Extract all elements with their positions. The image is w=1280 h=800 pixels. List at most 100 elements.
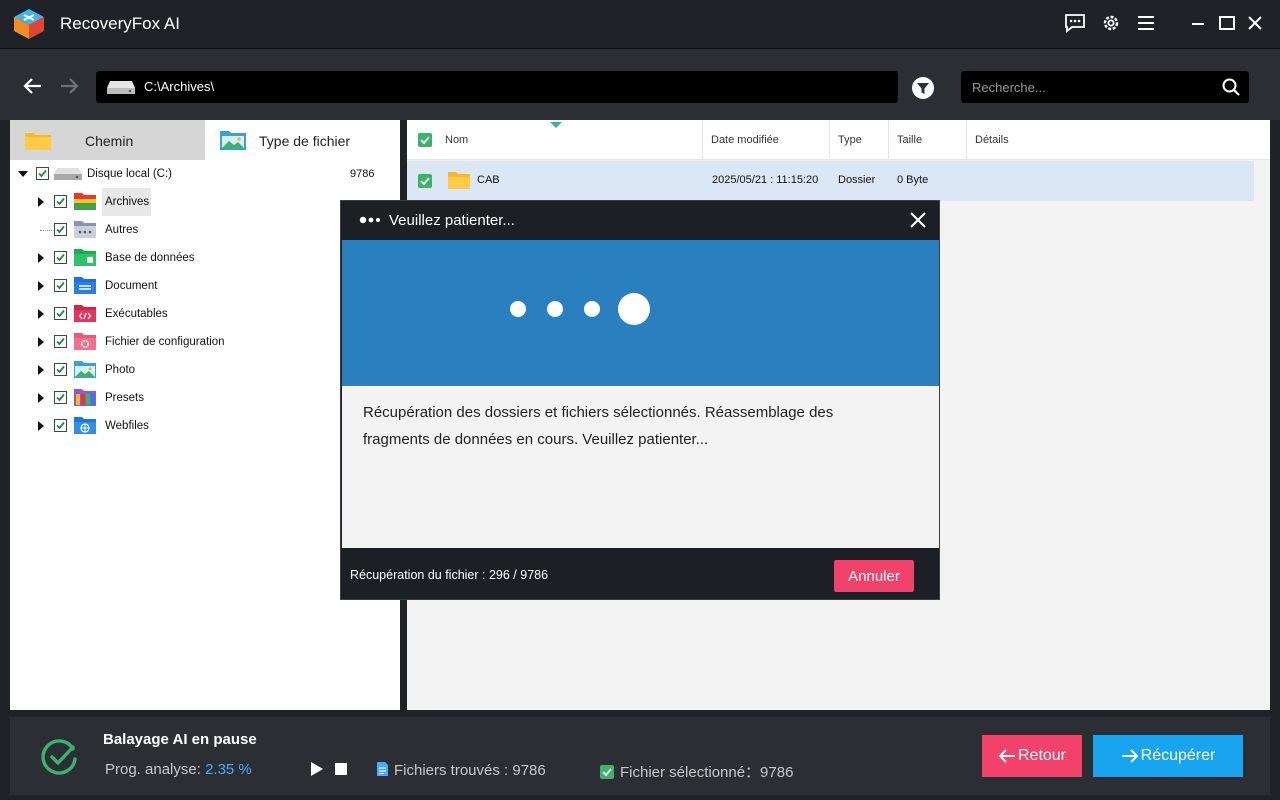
hard-drive-icon bbox=[54, 168, 82, 180]
minimize-icon[interactable] bbox=[1185, 10, 1211, 36]
cell-date: 2025/05/21 : 11:15:20 bbox=[712, 174, 819, 186]
back-button-label: Retour bbox=[1017, 747, 1067, 764]
checkbox[interactable] bbox=[54, 335, 67, 348]
back-arrow-icon[interactable] bbox=[20, 73, 46, 99]
forward-arrow-icon[interactable] bbox=[56, 73, 82, 99]
collapse-arrow-icon[interactable] bbox=[18, 171, 28, 177]
tree-item-label: Presets bbox=[105, 392, 144, 404]
column-separator bbox=[966, 120, 967, 160]
expand-arrow-icon[interactable] bbox=[38, 197, 44, 207]
expand-arrow-icon[interactable] bbox=[38, 393, 44, 403]
loading-banner bbox=[342, 240, 939, 386]
column-size[interactable]: Taille bbox=[897, 134, 922, 146]
cell-type: Dossier bbox=[838, 174, 876, 186]
folder-icon bbox=[25, 133, 51, 150]
row-checkbox[interactable] bbox=[418, 174, 432, 188]
database-folder-icon bbox=[74, 249, 96, 266]
web-folder-icon bbox=[74, 417, 96, 434]
stop-icon[interactable] bbox=[335, 763, 347, 775]
archive-folder-icon bbox=[74, 193, 96, 210]
feedback-icon[interactable] bbox=[1062, 10, 1088, 36]
column-name[interactable]: Nom bbox=[445, 134, 468, 146]
path-field[interactable]: C:\Archives\ bbox=[96, 71, 898, 103]
status-bar: Balayage AI en pause Prog. analyse: 2.35… bbox=[10, 717, 1270, 795]
expand-arrow-icon[interactable] bbox=[38, 421, 44, 431]
expand-arrow-icon[interactable] bbox=[38, 337, 44, 347]
dialog-title: Veuillez patienter... bbox=[389, 212, 515, 229]
search-icon[interactable] bbox=[1221, 77, 1241, 97]
tree-item-label: Exécutables bbox=[105, 308, 168, 320]
other-folder-icon bbox=[74, 221, 96, 238]
expand-arrow-icon[interactable] bbox=[38, 253, 44, 263]
title-bar: RecoveryFox AI bbox=[0, 0, 1280, 48]
app-logo-icon bbox=[14, 9, 44, 39]
maximize-icon[interactable] bbox=[1214, 10, 1240, 36]
tree-root-label: Disque local (C:) bbox=[87, 168, 172, 180]
tab-file-type[interactable]: Type de fichier bbox=[205, 120, 400, 160]
forward-arrow-icon bbox=[1121, 749, 1139, 763]
files-selected: Fichier sélectionné：9786 bbox=[600, 761, 793, 782]
select-all-checkbox[interactable] bbox=[418, 133, 432, 147]
checkbox[interactable] bbox=[54, 307, 67, 320]
cancel-button[interactable]: Annuler bbox=[834, 560, 914, 592]
column-type[interactable]: Type bbox=[838, 134, 862, 146]
play-icon[interactable] bbox=[308, 761, 324, 777]
scan-status-title: Balayage AI en pause bbox=[103, 731, 257, 748]
path-text: C:\Archives\ bbox=[144, 79, 215, 94]
tab-file-type-label: Type de fichier bbox=[259, 133, 351, 149]
tab-path-label: Chemin bbox=[85, 133, 134, 149]
menu-icon[interactable] bbox=[1133, 10, 1159, 36]
checkbox[interactable] bbox=[54, 195, 67, 208]
file-icon bbox=[377, 762, 388, 776]
tab-path[interactable]: Chemin bbox=[10, 120, 205, 160]
dialog-message: Récupération des dossiers et fichiers sé… bbox=[363, 404, 834, 448]
checkbox[interactable] bbox=[54, 391, 67, 404]
column-separator bbox=[702, 120, 703, 160]
column-details[interactable]: Détails bbox=[975, 134, 1009, 146]
cell-name: CAB bbox=[477, 174, 500, 186]
column-date[interactable]: Date modifiée bbox=[711, 134, 779, 146]
tree-item-label: Webfiles bbox=[105, 420, 149, 432]
column-separator bbox=[829, 120, 830, 160]
files-found-text: Fichiers trouvés : 9786 bbox=[394, 762, 546, 779]
checkbox[interactable] bbox=[54, 251, 67, 264]
folder-icon bbox=[448, 172, 470, 189]
sort-indicator-icon bbox=[550, 122, 562, 128]
tree-item-label: Base de données bbox=[105, 252, 195, 264]
config-folder-icon bbox=[74, 333, 96, 350]
tree-item-label: Autres bbox=[105, 224, 139, 236]
address-toolbar: C:\Archives\ bbox=[0, 48, 1280, 120]
back-button[interactable]: Retour bbox=[982, 735, 1082, 777]
dialog-header: Veuillez patienter... bbox=[341, 201, 939, 239]
checkbox[interactable] bbox=[54, 363, 67, 376]
close-icon[interactable] bbox=[907, 209, 929, 231]
expand-arrow-icon[interactable] bbox=[38, 281, 44, 291]
app-title: RecoveryFox AI bbox=[60, 14, 180, 33]
tree-connector bbox=[40, 230, 52, 231]
scan-status-check-icon bbox=[41, 739, 77, 775]
filter-icon[interactable] bbox=[910, 75, 936, 101]
table-row[interactable]: CAB 2025/05/21 : 11:15:20 Dossier 0 Byte bbox=[407, 161, 1254, 201]
tree-item-label: Photo bbox=[105, 364, 136, 376]
presets-folder-icon bbox=[74, 389, 96, 406]
checkbox[interactable] bbox=[36, 167, 49, 180]
search-box bbox=[961, 71, 1249, 103]
checkbox[interactable] bbox=[54, 223, 67, 236]
files-selected-text: Fichier sélectionné：9786 bbox=[620, 764, 794, 781]
view-tabs: Chemin Type de fichier bbox=[10, 120, 400, 160]
tree-item-label: Archives bbox=[105, 196, 150, 208]
expand-arrow-icon[interactable] bbox=[38, 365, 44, 375]
expand-arrow-icon[interactable] bbox=[38, 309, 44, 319]
back-arrow-icon bbox=[998, 749, 1015, 763]
checkbox[interactable] bbox=[54, 279, 67, 292]
close-window-icon[interactable] bbox=[1242, 10, 1268, 36]
checkbox[interactable] bbox=[54, 419, 67, 432]
recover-button[interactable]: Récupérer bbox=[1093, 735, 1243, 777]
files-found: Fichiers trouvés : 9786 bbox=[376, 761, 546, 779]
loading-animation-icon bbox=[510, 293, 650, 325]
search-input[interactable] bbox=[961, 71, 1211, 103]
tree-item-label: Fichier de configuration bbox=[105, 336, 225, 348]
settings-gear-icon[interactable] bbox=[1098, 10, 1124, 36]
document-folder-icon bbox=[74, 277, 96, 294]
tree-root-drive[interactable]: Disque local (C:) 9786 bbox=[10, 160, 400, 188]
